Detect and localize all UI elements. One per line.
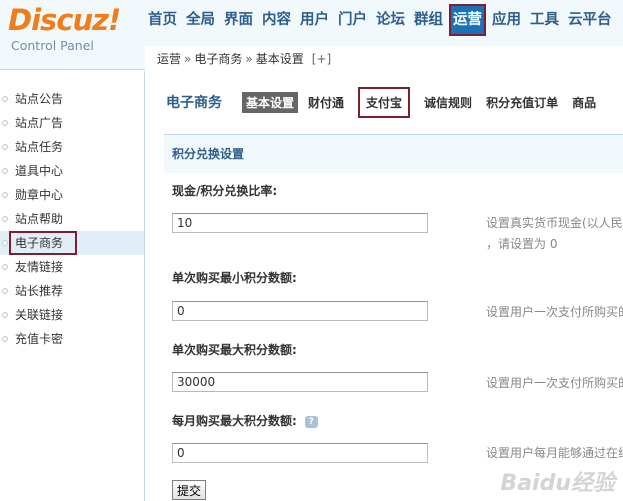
ratio-tip: 设置真实货币现金(以人民	[486, 216, 623, 230]
nav-interface[interactable]: 界面	[221, 4, 256, 36]
min-purchase-tip: 设置用户一次支付所购买的	[486, 305, 623, 319]
add-shortcut-button[interactable]: [+]	[312, 52, 331, 66]
breadcrumb-separator: »	[184, 52, 192, 66]
tab-alipay[interactable]: 支付宝	[358, 86, 411, 118]
nav-portal[interactable]: 门户	[335, 4, 370, 36]
breadcrumb-item-operation[interactable]: 运营	[157, 52, 181, 66]
sidebar-item-label: 道具中心	[15, 164, 64, 178]
sidebar-item-label: 友情链接	[15, 260, 64, 274]
logo-subtitle: Control Panel	[11, 38, 94, 53]
top-navigation: 首页 全局 界面 内容 用户 门户 论坛 群组 运营 应用 工具 云平台	[145, 4, 618, 36]
ratio-tip-line2: ，请设置为 0	[486, 237, 558, 251]
nav-operation[interactable]: 运营	[449, 4, 486, 36]
help-icon[interactable]: ?	[304, 415, 318, 428]
min-purchase-input[interactable]	[172, 301, 428, 321]
sidebar-item-label: 充值卡密	[15, 332, 64, 346]
bullet-icon	[2, 168, 8, 174]
ratio-input[interactable]	[172, 213, 428, 233]
tab-credit-rules[interactable]: 诚信规则	[424, 94, 472, 111]
nav-tools[interactable]: 工具	[527, 4, 562, 36]
monthly-max-input[interactable]	[172, 443, 428, 463]
breadcrumb: 运营» 电子商务» 基本设置 [+]	[145, 46, 623, 72]
sidebar-item-relatedlinks[interactable]: 关联链接	[0, 303, 144, 327]
sidebar-item-label: 勋章中心	[15, 188, 64, 202]
nav-users[interactable]: 用户	[297, 4, 332, 36]
sidebar-item-recommend[interactable]: 站长推荐	[0, 279, 144, 303]
sidebar-item-ecommerce[interactable]: 电子商务	[0, 231, 144, 255]
nav-forum[interactable]: 论坛	[373, 4, 408, 36]
sidebar-item-announcements[interactable]: 站点公告	[0, 87, 144, 111]
section-title: 电子商务	[166, 95, 222, 111]
monthly-max-tip: 设置用户每月能够通过在线	[486, 446, 623, 460]
monthly-max-label: 每月购买最大积分数额:?	[172, 412, 318, 429]
sidebar-item-magic[interactable]: 道具中心	[0, 159, 144, 183]
logo-brand-bang: !	[108, 3, 121, 37]
sidebar-item-medals[interactable]: 勋章中心	[0, 183, 144, 207]
monthly-max-label-text: 每月购买最大积分数额:	[172, 414, 297, 428]
sidebar-item-label: 站点帮助	[15, 212, 64, 226]
ratio-label: 现金/积分兑换比率:	[172, 184, 278, 198]
sidebar-item-cardpass[interactable]: 充值卡密	[0, 327, 144, 351]
sidebar-item-help[interactable]: 站点帮助	[0, 207, 144, 231]
breadcrumb-item-basic-settings: 基本设置	[255, 52, 304, 66]
sidebar: 站点公告 站点广告 站点任务 道具中心 勋章中心 站点帮助 电子商务 友情链接 …	[0, 71, 145, 501]
max-purchase-label: 单次购买最大积分数额:	[172, 343, 297, 357]
sidebar-item-friendlinks[interactable]: 友情链接	[0, 255, 144, 279]
bullet-icon	[2, 96, 8, 102]
min-purchase-label: 单次购买最小积分数额:	[172, 271, 297, 285]
sidebar-item-label: 站长推荐	[15, 284, 64, 298]
nav-content[interactable]: 内容	[259, 4, 294, 36]
submit-button[interactable]: 提交	[172, 480, 207, 500]
highlight-box	[9, 231, 77, 255]
sidebar-item-label: 站点公告	[15, 92, 64, 106]
panel-title: 积分兑换设置	[164, 135, 623, 173]
sidebar-item-tasks[interactable]: 站点任务	[0, 135, 144, 159]
max-purchase-tip: 设置用户一次支付所购买的	[486, 376, 623, 390]
logo-brand-text: Discuz	[8, 3, 109, 37]
bullet-icon	[2, 120, 8, 126]
logo[interactable]: Discuz! Control Panel	[8, 4, 138, 64]
logo-brand: Discuz!	[8, 4, 138, 36]
max-purchase-input[interactable]	[172, 372, 428, 392]
bullet-icon	[2, 144, 8, 150]
tab-goods[interactable]: 商品	[572, 94, 596, 111]
nav-global[interactable]: 全局	[183, 4, 218, 36]
sub-navigation: 电子商务 基本设置 财付通 支付宝 诚信规则 积分充值订单 商品	[146, 86, 623, 118]
sidebar-item-label: 站点广告	[15, 116, 64, 130]
watermark: Baidu经验	[500, 471, 615, 496]
sidebar-item-label: 关联链接	[15, 308, 64, 322]
bullet-icon	[2, 336, 8, 342]
nav-group[interactable]: 群组	[411, 4, 446, 36]
nav-home[interactable]: 首页	[145, 4, 180, 36]
sidebar-item-label: 站点任务	[15, 140, 64, 154]
breadcrumb-item-ecommerce[interactable]: 电子商务	[194, 52, 242, 66]
main-content: 电子商务 基本设置 财付通 支付宝 诚信规则 积分充值订单 商品 积分兑换设置	[146, 72, 623, 501]
breadcrumb-separator: »	[245, 52, 253, 66]
bullet-icon	[2, 216, 8, 222]
nav-apps[interactable]: 应用	[489, 4, 524, 36]
bullet-icon	[2, 240, 8, 246]
bullet-icon	[2, 192, 8, 198]
tab-credit-orders[interactable]: 积分充值订单	[486, 94, 558, 111]
tab-tenpay[interactable]: 财付通	[308, 94, 344, 111]
bullet-icon	[2, 312, 8, 318]
bullet-icon	[2, 264, 8, 270]
nav-cloud[interactable]: 云平台	[565, 4, 615, 36]
bullet-icon	[2, 288, 8, 294]
tab-basic-settings[interactable]: 基本设置	[242, 91, 299, 113]
sidebar-item-ads[interactable]: 站点广告	[0, 111, 144, 135]
